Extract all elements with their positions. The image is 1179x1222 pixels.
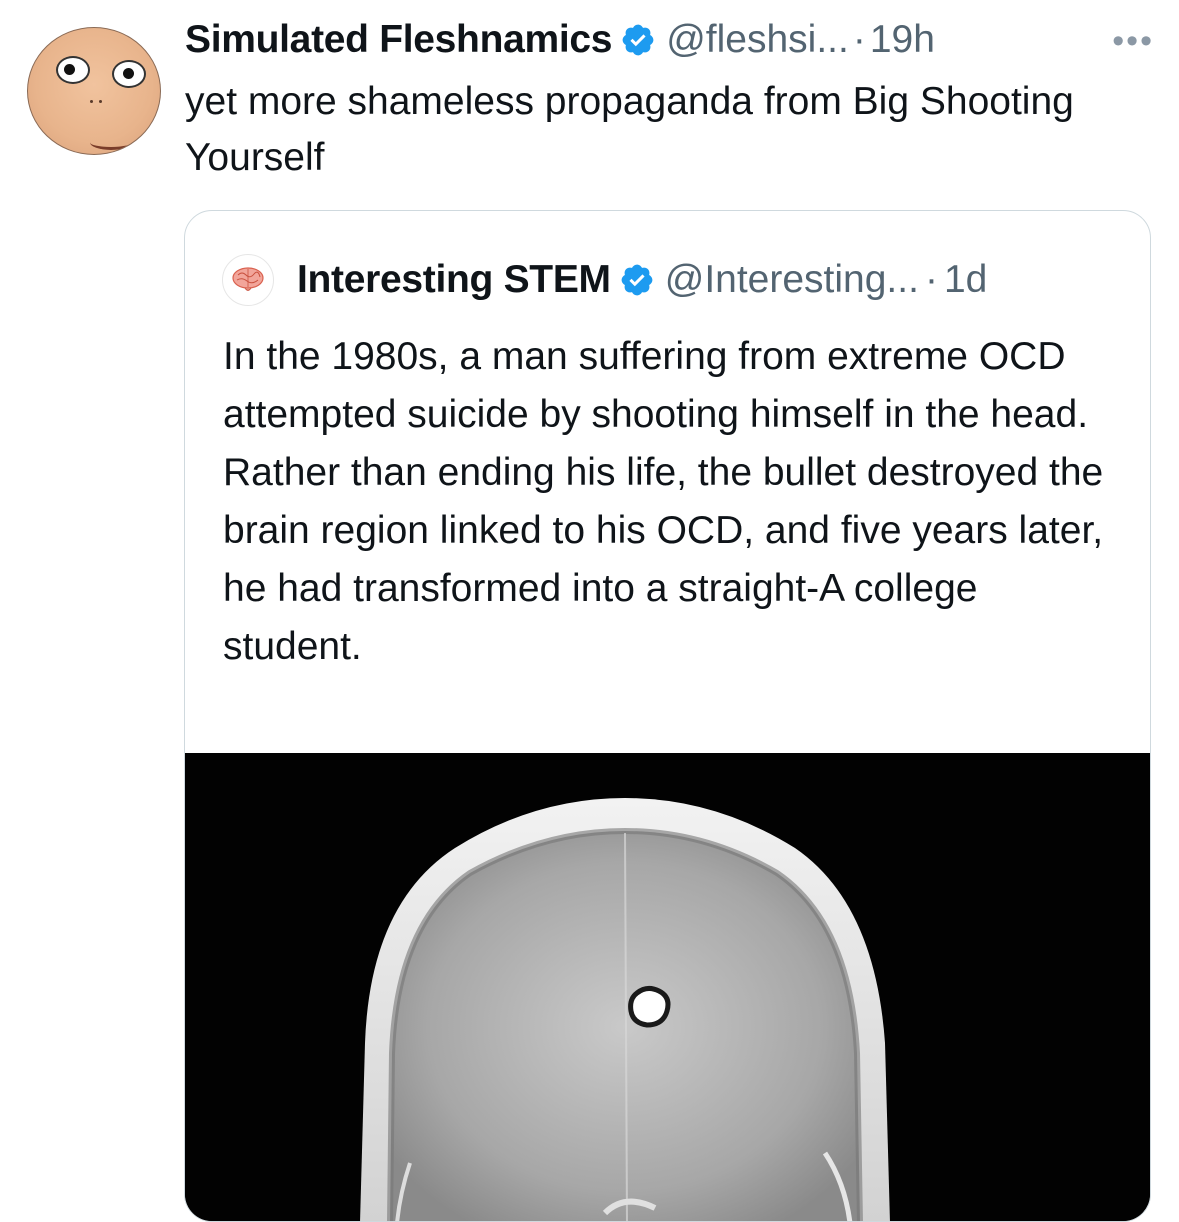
avatar-mouth [90, 135, 132, 150]
avatar-nose [90, 100, 93, 103]
separator-dot: · [852, 18, 866, 61]
quoted-tweet-timestamp[interactable]: 1d [944, 258, 987, 302]
tweet-text: yet more shameless propaganda from Big S… [185, 80, 1074, 179]
tweet-timestamp[interactable]: 19h [870, 18, 935, 62]
quoted-tweet-text: In the 1980s, a man suffering from extre… [223, 335, 1104, 668]
quoted-author-avatar[interactable] [222, 254, 274, 306]
brain-icon [232, 267, 264, 291]
tweet-header: Simulated Fleshnamics @fleshsi... · 19h [185, 16, 935, 64]
quoted-author-handle[interactable]: @Interesting... [665, 258, 919, 302]
quoted-tweet-header: Interesting STEM @Interesting... · 1d [222, 254, 987, 306]
more-options-icon[interactable]: ••• [1112, 22, 1154, 61]
skull-xray-scan [185, 753, 1150, 1221]
verified-badge-icon [621, 264, 653, 296]
author-name[interactable]: Simulated Fleshnamics [185, 18, 612, 62]
skull-xray-image[interactable] [185, 753, 1150, 1221]
avatar-right-eye [112, 60, 146, 88]
separator-dot: · [924, 258, 938, 301]
verified-badge-icon [622, 24, 654, 56]
quoted-author-name[interactable]: Interesting STEM [297, 258, 611, 302]
quoted-tweet-card[interactable]: Interesting STEM @Interesting... · 1d In… [184, 210, 1151, 1222]
avatar-left-eye [56, 56, 90, 84]
author-handle[interactable]: @fleshsi... [666, 18, 849, 62]
author-avatar[interactable] [27, 27, 161, 155]
